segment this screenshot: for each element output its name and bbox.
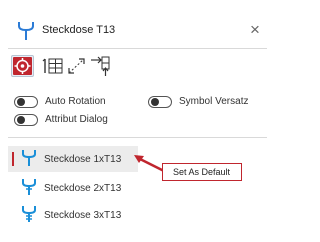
diagonal-arrows-icon[interactable] (65, 55, 88, 77)
attribut-dialog-label: Attribut Dialog (45, 114, 108, 125)
dialog-header: Steckdose T13 × (0, 18, 275, 48)
target-crosshair-icon[interactable] (11, 55, 34, 77)
auto-rotation-label: Auto Rotation (45, 96, 106, 107)
attribut-dialog-switch[interactable] (14, 114, 38, 126)
attribut-dialog-toggle[interactable]: Attribut Dialog (14, 113, 134, 129)
symbol-versatz-label: Symbol Versatz (179, 96, 249, 107)
set-as-default-label: Set As Default (173, 167, 231, 177)
grid-number-icon[interactable] (42, 55, 65, 77)
symbol-versatz-switch[interactable] (148, 96, 172, 108)
double-socket-symbol-icon (21, 178, 37, 196)
set-as-default-menu[interactable]: Set As Default (162, 163, 242, 181)
dialog-title: Steckdose T13 (42, 24, 116, 36)
auto-rotation-switch[interactable] (14, 96, 38, 108)
socket-symbol-icon (17, 20, 35, 42)
triple-socket-symbol-icon (21, 205, 37, 223)
symbol-versatz-toggle[interactable]: Symbol Versatz (148, 95, 273, 111)
symbol-item-label: Steckdose 3xT13 (44, 210, 122, 221)
auto-rotation-toggle[interactable]: Auto Rotation (14, 95, 134, 111)
symbol-item-3xt13[interactable] (0, 202, 275, 228)
close-icon[interactable]: × (250, 20, 260, 40)
header-divider (8, 48, 267, 49)
symbol-item-label: Steckdose 1xT13 (44, 154, 122, 165)
move-insert-icon[interactable] (89, 55, 112, 77)
symbol-item-label: Steckdose 2xT13 (44, 183, 122, 194)
selection-indicator (12, 152, 14, 166)
section-divider (8, 137, 267, 138)
socket-symbol-icon (21, 149, 37, 167)
